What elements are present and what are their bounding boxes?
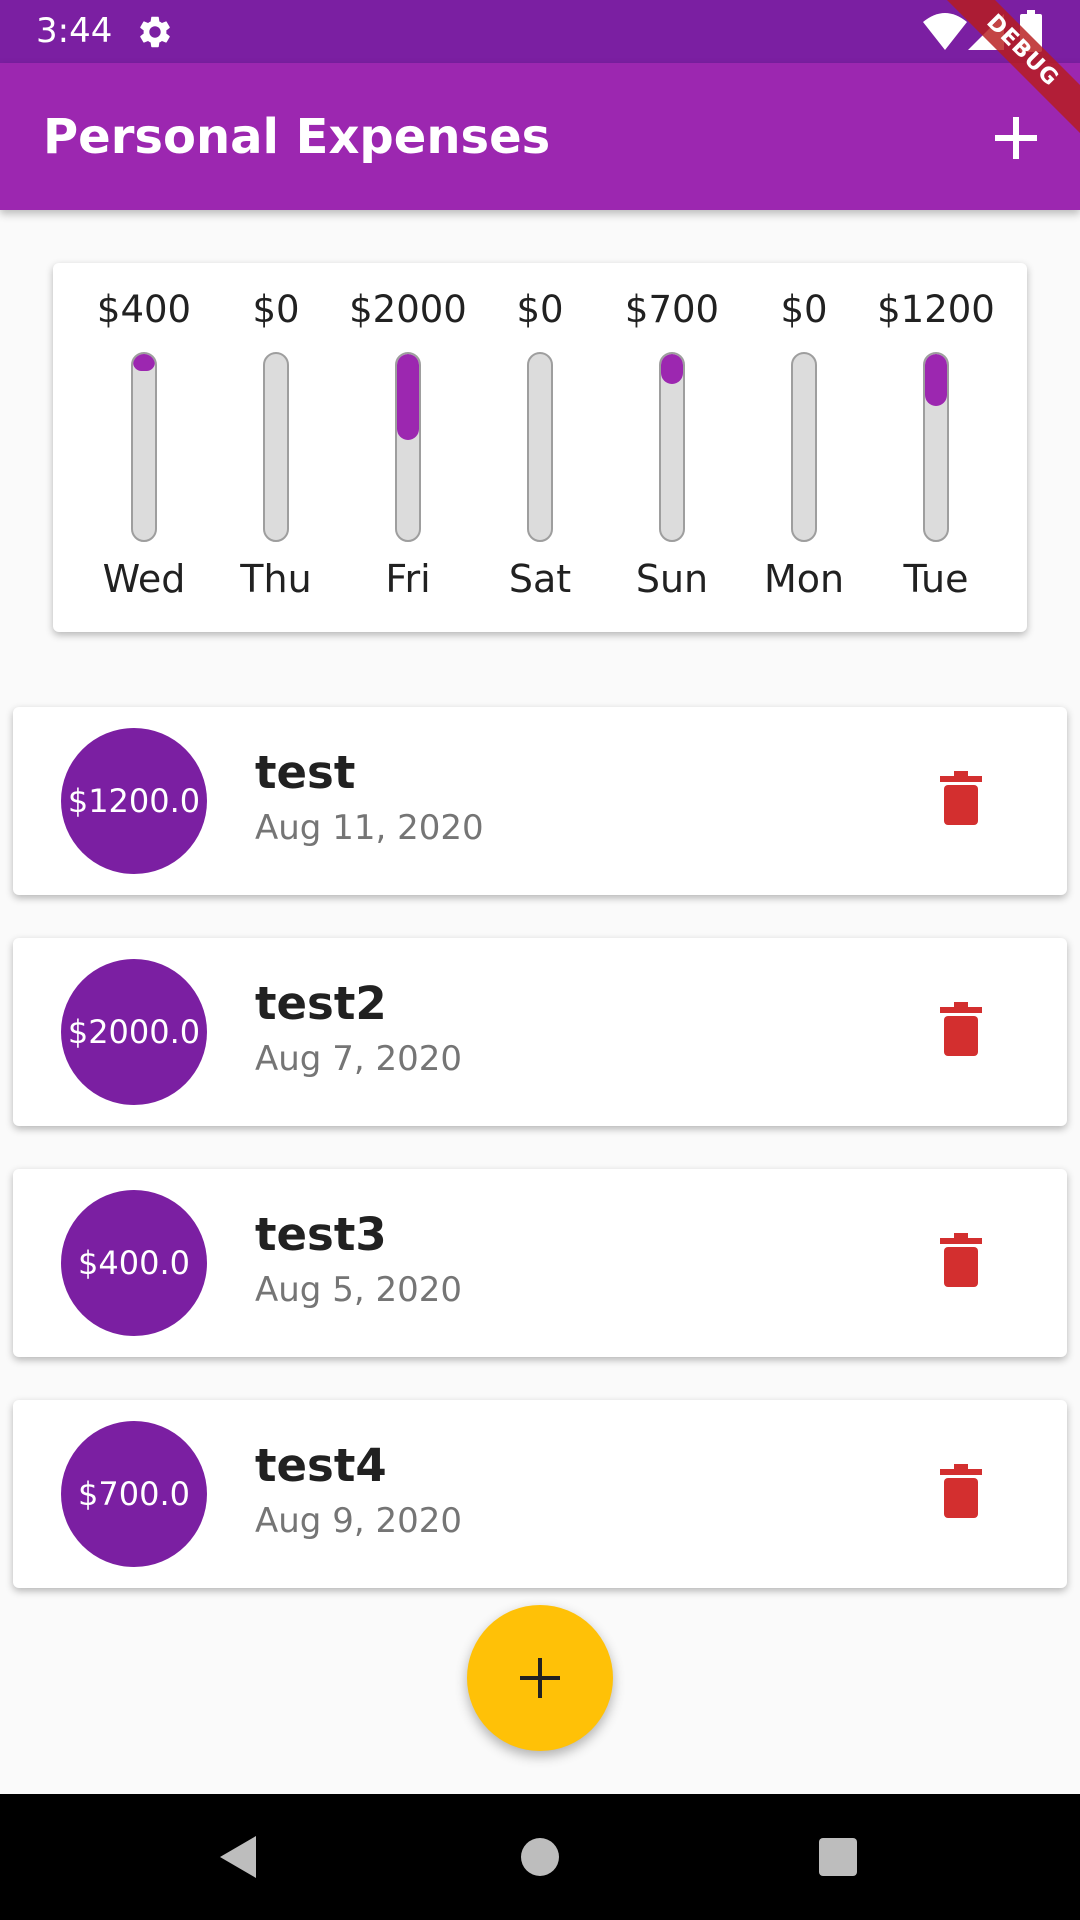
bar-amount-label: $0 (780, 288, 828, 331)
bar-track (395, 352, 421, 542)
page-title: Personal Expenses (43, 109, 551, 165)
chart-bar-1: $0 Thu (210, 263, 342, 632)
transaction-date: Aug 7, 2020 (255, 1039, 462, 1079)
bar-track (131, 352, 157, 542)
trash-icon[interactable] (940, 1002, 982, 1056)
bar-day-label: Tue (903, 557, 969, 601)
bar-day-label: Wed (102, 557, 186, 601)
bar-day-label: Sun (635, 557, 709, 601)
trash-icon[interactable] (940, 771, 982, 825)
trash-icon[interactable] (940, 1233, 982, 1287)
bar-track (527, 352, 553, 542)
bar-fill (133, 354, 155, 371)
app-bar: Personal Expenses (0, 63, 1080, 210)
transaction-title: test (255, 746, 356, 799)
amount-avatar: $1200.0 (61, 728, 207, 874)
transaction-card: $400.0 test3 Aug 5, 2020 (13, 1169, 1067, 1357)
transaction-card: $1200.0 test Aug 11, 2020 (13, 707, 1067, 895)
bar-track (263, 352, 289, 542)
status-bar: 3:44 (0, 0, 1080, 63)
wifi-icon (923, 13, 967, 50)
bar-fill (661, 354, 683, 384)
chart-bar-4: $700 Sun (606, 263, 738, 632)
bar-amount-label: $1200 (877, 288, 995, 331)
bar-day-label: Mon (763, 557, 845, 601)
transaction-amount: $2000.0 (67, 1013, 201, 1051)
add-transaction-button[interactable] (987, 109, 1045, 167)
gear-icon (140, 16, 170, 48)
navigation-bar (0, 1794, 1080, 1920)
bar-track (659, 352, 685, 542)
recents-square-icon[interactable] (819, 1838, 857, 1876)
bar-amount-label: $0 (252, 288, 300, 331)
bar-fill (925, 354, 947, 406)
transaction-amount: $700.0 (78, 1475, 190, 1513)
transaction-title: test4 (255, 1439, 387, 1492)
amount-avatar: $2000.0 (61, 959, 207, 1105)
transaction-title: test3 (255, 1208, 387, 1261)
transaction-card: $2000.0 test2 Aug 7, 2020 (13, 938, 1067, 1126)
bar-amount-label: $2000 (349, 288, 467, 331)
bar-day-label: Fri (385, 557, 431, 601)
bar-amount-label: $0 (516, 288, 564, 331)
transaction-date: Aug 11, 2020 (255, 808, 484, 848)
amount-avatar: $400.0 (61, 1190, 207, 1336)
bar-day-label: Thu (240, 557, 312, 601)
chart-bar-0: $400 Wed (78, 263, 210, 632)
chart-bar-5: $0 Mon (738, 263, 870, 632)
transaction-date: Aug 9, 2020 (255, 1501, 462, 1541)
bar-amount-label: $400 (96, 288, 192, 331)
transaction-title: test2 (255, 977, 387, 1030)
back-triangle-icon[interactable] (218, 1834, 258, 1880)
weekly-chart-card: $400 Wed $0 Thu $2000 Fri $0 Sat $700 Su… (53, 263, 1027, 632)
home-circle-icon[interactable] (521, 1838, 559, 1876)
chart-bar-2: $2000 Fri (342, 263, 474, 632)
bar-track (791, 352, 817, 542)
transaction-card: $700.0 test4 Aug 9, 2020 (13, 1400, 1067, 1588)
status-time: 3:44 (36, 11, 113, 51)
transaction-date: Aug 5, 2020 (255, 1270, 462, 1310)
bar-amount-label: $700 (624, 288, 720, 331)
add-transaction-fab[interactable] (467, 1605, 613, 1751)
chart-bar-3: $0 Sat (474, 263, 606, 632)
amount-avatar: $700.0 (61, 1421, 207, 1567)
trash-icon[interactable] (940, 1464, 982, 1518)
chart-bar-6: $1200 Tue (870, 263, 1002, 632)
bar-fill (397, 354, 419, 440)
bar-track (923, 352, 949, 542)
transaction-amount: $400.0 (78, 1244, 190, 1282)
bar-day-label: Sat (508, 557, 572, 601)
transaction-amount: $1200.0 (67, 782, 201, 820)
plus-icon (520, 1658, 560, 1698)
